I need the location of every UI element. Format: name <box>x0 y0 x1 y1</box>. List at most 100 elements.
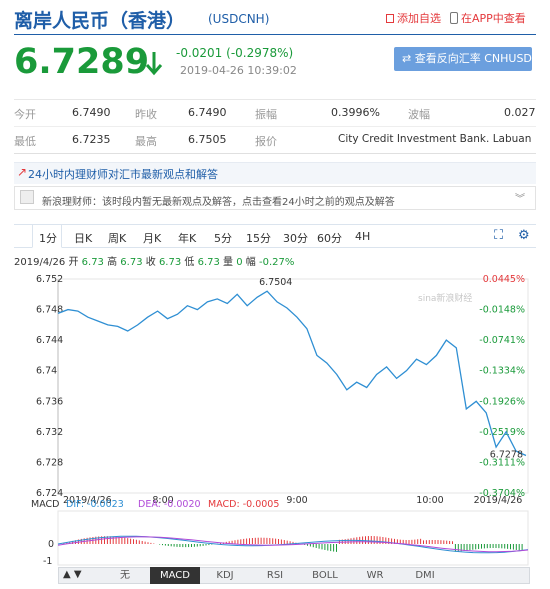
info-open: 6.73 <box>81 257 104 268</box>
page-title: 离岸人民币（香港） <box>14 10 186 32</box>
info-close: 6.73 <box>158 257 182 268</box>
stat-high-value: 6.7505 <box>188 133 227 146</box>
phone-icon <box>450 12 458 24</box>
stat-amplitude-label: 振幅 <box>255 108 277 121</box>
tab-yearly[interactable]: 年K <box>178 230 196 246</box>
tab-15min[interactable]: 15分 <box>246 230 271 246</box>
pct-tick-label: -0.1926% <box>479 396 525 407</box>
info-low: 6.73 <box>197 257 220 268</box>
stat-high-label: 最高 <box>135 135 157 148</box>
info-amplitude-label: 幅 <box>245 257 256 268</box>
x-tick-label: 10:00 <box>416 495 443 506</box>
tab-60min[interactable]: 60分 <box>317 230 342 246</box>
y-tick-label: 6.732 <box>36 427 63 438</box>
price-chart[interactable]: sina新浪财经 6.752 6.748 6.744 6.74 6.736 6.732 6.7… <box>0 268 550 566</box>
ohlc-info: 2019/4/26 开 6.73 高 6.73 收 6.73 低 6.73 量 … <box>14 253 294 268</box>
stat-prev-close-label: 昨收 <box>135 108 157 121</box>
tab-4h[interactable]: 4H <box>355 230 370 243</box>
tab-daily[interactable]: 日K <box>74 230 92 246</box>
fullscreen-icon[interactable]: ⛶ <box>494 228 503 243</box>
tab-1min[interactable]: 1分 <box>39 230 57 246</box>
indicator-macd-button[interactable]: MACD <box>150 567 200 584</box>
comment-text[interactable]: 新浪理财师：该时段内暂无最新观点及解答，点击查看24小时之前的观点及解答 <box>42 193 395 208</box>
y-tick-label: 6.724 <box>36 488 63 499</box>
y-tick-label: 6.748 <box>36 305 63 316</box>
down-arrow-icon <box>145 52 163 76</box>
stat-range-value: 0.027 <box>504 106 536 119</box>
pct-tick-label: -0.0741% <box>479 335 525 346</box>
header-divider <box>14 34 536 35</box>
indicator-rsi-button[interactable]: RSI <box>250 567 300 584</box>
y-tick-label: 6.728 <box>36 457 63 468</box>
add-watchlist-label: 添加自选 <box>397 12 441 25</box>
current-price: 6.7289 <box>14 42 150 82</box>
y-tick-label: 6.736 <box>36 396 63 407</box>
symbol-code: (USDCNH) <box>208 12 270 26</box>
high-marker-label: 6.7504 <box>259 277 292 288</box>
x-tick-label: 2019/4/26 <box>474 495 523 506</box>
info-high-label: 高 <box>107 257 118 268</box>
indicator-none-button[interactable]: 无 <box>100 567 150 584</box>
trend-icon: ↗ <box>17 165 28 179</box>
info-volume-label: 量 <box>223 257 234 268</box>
indicator-kdj-button[interactable]: KDJ <box>200 567 250 584</box>
tab-monthly[interactable]: 月K <box>143 230 161 246</box>
low-marker-label: 6.7278 <box>490 450 523 461</box>
macd-neg-tick: -1 <box>43 556 52 566</box>
settings-icon[interactable]: ⚙ <box>518 228 530 243</box>
indicator-dmi-button[interactable]: DMI <box>400 567 450 584</box>
price-line <box>57 290 527 457</box>
add-watchlist-button[interactable]: 添加自选 <box>386 10 441 26</box>
macd-zero-tick: 0 <box>48 539 54 550</box>
pct-tick-label: -0.2519% <box>479 427 525 438</box>
avatar <box>20 190 34 204</box>
macd-dea: DEA: -0.0020 <box>138 499 201 510</box>
price-change: -0.0201 (-0.2978%) <box>176 46 294 60</box>
view-in-app-button[interactable]: 在APP中查看 <box>450 10 526 26</box>
chevron-down-icon[interactable]: ︾ <box>515 190 525 205</box>
quote-time: 2019-04-26 10:39:02 <box>180 64 297 77</box>
info-date: 2019/4/26 <box>14 257 66 268</box>
period-tabs <box>14 224 536 248</box>
stat-quote-value: City Credit Investment Bank. Labuan <box>338 133 532 145</box>
reverse-rate-label: 查看反向汇率 CNHUSD <box>414 52 532 65</box>
y-tick-label: 6.744 <box>36 335 63 346</box>
stat-low-label: 最低 <box>14 135 36 148</box>
pct-tick-label: -0.1334% <box>479 366 525 377</box>
info-volume: 0 <box>236 257 243 268</box>
macd-value: MACD: -0.0005 <box>208 499 279 510</box>
pct-tick-label: -0.0148% <box>479 305 525 316</box>
indicator-wr-button[interactable]: WR <box>350 567 400 584</box>
pct-tick-label: 0.0445% <box>483 274 525 285</box>
stat-open-value: 6.7490 <box>72 106 111 119</box>
plot-frame <box>57 278 529 494</box>
dea-line <box>57 536 529 553</box>
view-in-app-label: 在APP中查看 <box>461 12 526 25</box>
scroll-arrows[interactable]: ▲ ▼ <box>63 569 82 580</box>
info-high: 6.73 <box>120 257 143 268</box>
macd-frame <box>57 510 529 566</box>
swap-icon: ⇄ <box>402 52 415 65</box>
stat-quote-label: 报价 <box>255 135 277 148</box>
info-amplitude: -0.27% <box>258 257 295 268</box>
macd-label: MACD <box>31 499 59 510</box>
stat-low-value: 6.7235 <box>72 133 111 146</box>
stat-prev-close-value: 6.7490 <box>188 106 227 119</box>
stat-range-label: 波幅 <box>408 108 430 121</box>
y-tick-label: 6.74 <box>36 366 57 377</box>
watermark: sina新浪财经 <box>418 292 472 304</box>
info-low-label: 低 <box>184 257 195 268</box>
stats-bottom-border <box>14 153 536 154</box>
stat-open-label: 今开 <box>14 108 36 121</box>
indicator-boll-button[interactable]: BOLL <box>300 567 350 584</box>
tab-30min[interactable]: 30分 <box>283 230 308 246</box>
macd-dif: DIF: -0.0023 <box>66 499 124 510</box>
news-title[interactable]: 24小时内理财师对汇市最新观点和解答 <box>28 166 218 182</box>
tab-weekly[interactable]: 周K <box>108 230 126 246</box>
reverse-rate-button[interactable]: ⇄ 查看反向汇率 CNHUSD <box>394 47 532 71</box>
tab-5min[interactable]: 5分 <box>214 230 232 246</box>
checkbox-icon <box>386 14 394 23</box>
y-tick-label: 6.752 <box>36 274 63 285</box>
info-open-label: 开 <box>68 257 79 268</box>
stat-amplitude-value: 0.3996% <box>331 106 380 119</box>
